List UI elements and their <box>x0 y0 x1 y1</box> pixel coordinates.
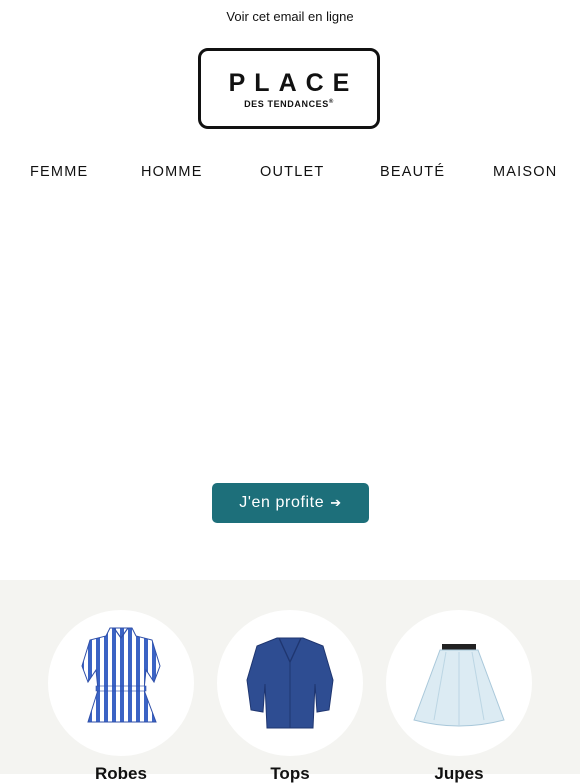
logo-sub-label: DES TENDANCES <box>244 99 329 109</box>
category-label-tops: Tops <box>270 764 310 783</box>
category-jupes[interactable]: Jupes <box>386 610 532 783</box>
nav-item-maison[interactable]: MAISON <box>493 164 557 180</box>
brand-logo[interactable]: PLACE DES TENDANCES® <box>198 48 380 129</box>
arrow-right-icon: ➔ <box>330 495 342 510</box>
nav-item-homme[interactable]: HOMME <box>141 164 203 180</box>
category-image-robes[interactable] <box>48 610 194 756</box>
category-image-jupes[interactable] <box>386 610 532 756</box>
category-tops[interactable]: Tops <box>217 610 363 783</box>
nav-item-outlet[interactable]: OUTLET <box>260 164 324 180</box>
category-label-robes: Robes <box>95 764 147 783</box>
cta-label: J'en profite <box>239 494 325 511</box>
blue-blouse-icon <box>246 637 334 729</box>
light-blue-skirt-icon <box>413 644 505 727</box>
cta-button[interactable]: J'en profite ➔ <box>212 483 369 523</box>
logo-sub-text: DES TENDANCES® <box>201 99 377 109</box>
hero-banner[interactable] <box>0 200 580 470</box>
main-nav: FEMME HOMME OUTLET BEAUTÉ MAISON <box>0 164 580 182</box>
category-section: Robes Tops Jupes <box>0 580 580 783</box>
logo-main-text: PLACE <box>228 69 359 97</box>
category-robes[interactable]: Robes <box>48 610 194 783</box>
striped-dress-icon <box>81 627 161 723</box>
category-label-jupes: Jupes <box>434 764 484 783</box>
nav-item-femme[interactable]: FEMME <box>30 164 88 180</box>
nav-item-beaute[interactable]: BEAUTÉ <box>380 164 445 180</box>
registered-mark: ® <box>328 99 334 105</box>
view-online-link[interactable]: Voir cet email en ligne <box>0 9 580 24</box>
category-image-tops[interactable] <box>217 610 363 756</box>
